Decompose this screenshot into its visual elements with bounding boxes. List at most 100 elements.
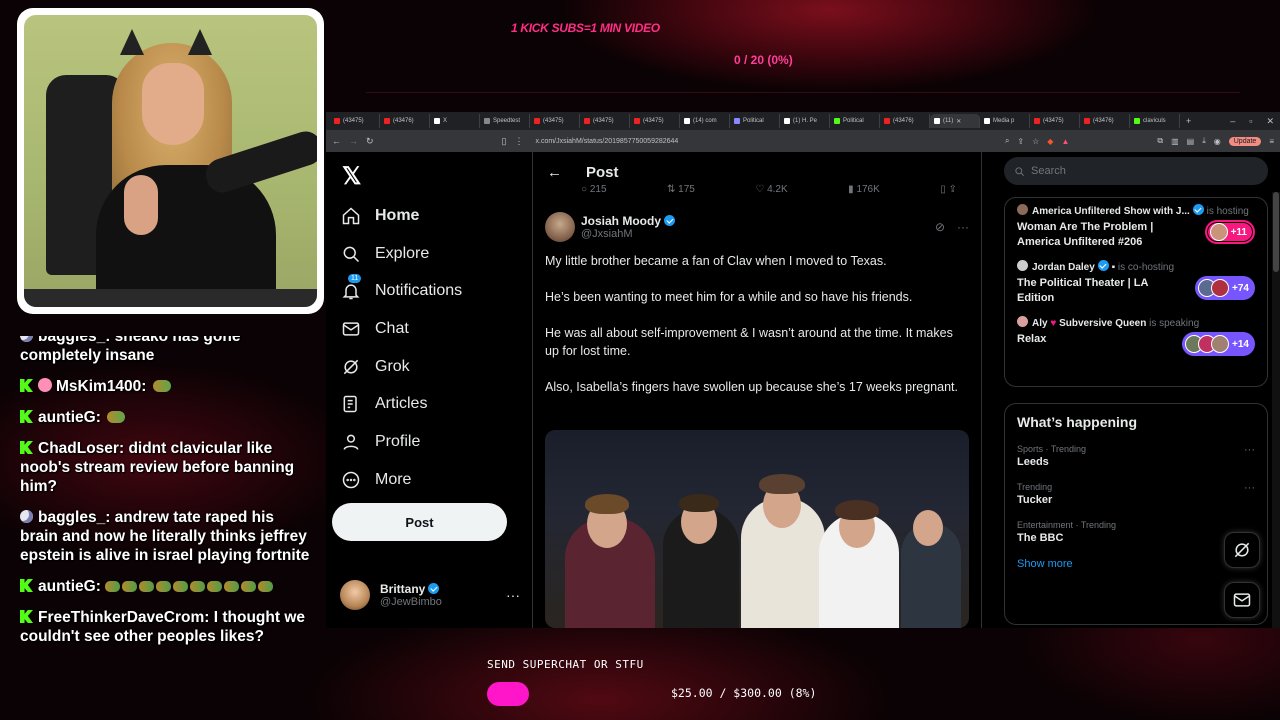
space-item[interactable]: America Unfiltered Show with J... is hos… bbox=[1017, 204, 1255, 250]
url-field[interactable]: x.com/JxsiahM/status/2019857750059282644 bbox=[536, 138, 679, 145]
extensions-icon[interactable]: ⧉ bbox=[1157, 136, 1163, 146]
author-handle[interactable]: @JxsiahM bbox=[581, 228, 675, 240]
post-button[interactable]: Post bbox=[332, 503, 507, 541]
sidebar-icon[interactable]: ▥ bbox=[1171, 137, 1179, 146]
nav-label: Profile bbox=[375, 432, 421, 450]
page-scrollbar[interactable] bbox=[1272, 192, 1280, 628]
grok-icon[interactable]: ⊘ bbox=[935, 220, 945, 234]
browser-tab[interactable]: X bbox=[430, 114, 480, 128]
back-arrow-icon[interactable]: ← bbox=[547, 164, 562, 181]
chat-username: baggles_ bbox=[38, 509, 106, 526]
menu-icon[interactable]: ≡ bbox=[1269, 137, 1274, 146]
close-window-icon[interactable]: ✕ bbox=[1266, 116, 1274, 127]
chat-message: MsKim1400: bbox=[20, 377, 310, 396]
space-listeners-badge[interactable]: +14 bbox=[1182, 332, 1255, 356]
wallet-icon[interactable]: ▤ bbox=[1187, 137, 1195, 146]
nav-item-notifications[interactable]: 11 Notifications bbox=[340, 272, 462, 310]
space-listeners-badge[interactable]: +74 bbox=[1195, 276, 1255, 300]
search-input[interactable]: Search bbox=[1004, 157, 1268, 185]
browser-tab[interactable]: (1) H. Pe bbox=[780, 114, 830, 128]
more-dots-icon[interactable]: ··· bbox=[506, 587, 520, 603]
grok-fab-button[interactable] bbox=[1224, 532, 1260, 568]
browser-tab[interactable]: (43475) bbox=[1030, 114, 1080, 128]
show-more-link[interactable]: Show more bbox=[1017, 558, 1255, 570]
post-paragraph: He was all about self-improvement & I wa… bbox=[545, 326, 953, 358]
browser-tab[interactable]: (43475) bbox=[330, 114, 380, 128]
mail-icon bbox=[340, 318, 362, 340]
browser-tab[interactable]: Political bbox=[830, 114, 880, 128]
share-icon[interactable]: ⇪ bbox=[1017, 137, 1024, 146]
browser-tab[interactable]: (43476) bbox=[1080, 114, 1130, 128]
more-dots-icon[interactable]: ··· bbox=[1244, 444, 1255, 456]
zoom-icon[interactable]: ⌕ bbox=[1005, 136, 1009, 146]
trend-item[interactable]: Entertainment · Trending The BBC bbox=[1017, 520, 1255, 544]
post-image[interactable] bbox=[545, 430, 969, 628]
trend-item[interactable]: Sports · Trending Leeds ··· bbox=[1017, 444, 1255, 468]
trend-meta: Entertainment · Trending bbox=[1017, 520, 1117, 530]
profile-icon[interactable]: ◉ bbox=[1214, 137, 1221, 146]
browser-tab[interactable]: Media p bbox=[980, 114, 1030, 128]
browser-tab[interactable]: Speedtest bbox=[480, 114, 530, 128]
nav-item-explore[interactable]: Explore bbox=[340, 235, 462, 273]
more-dots-icon[interactable]: ··· bbox=[1244, 482, 1255, 494]
browser-tab[interactable]: (43475) bbox=[630, 114, 680, 128]
nav-item-chat[interactable]: Chat bbox=[340, 310, 462, 348]
chat-username: ChadLoser bbox=[38, 440, 119, 457]
account-switcher[interactable]: Brittany @JewBimbo ··· bbox=[340, 580, 520, 610]
chat-message: baggles_: sneako has gone completely ins… bbox=[20, 336, 310, 365]
nav-item-more[interactable]: More bbox=[340, 461, 462, 499]
x-page: 𝕏 Home Explore 11 Notifications Chat Gro… bbox=[326, 152, 1280, 628]
reply-button[interactable]: ○ 215 bbox=[581, 184, 607, 198]
bookmark-icon[interactable]: ▯ ⇪ bbox=[940, 184, 957, 198]
subscriber-badge-icon bbox=[38, 378, 52, 392]
update-button[interactable]: Update bbox=[1228, 136, 1262, 146]
mic-icon: ▪ bbox=[1111, 262, 1116, 273]
repost-button[interactable]: ⇅ 175 bbox=[667, 184, 695, 198]
x-logo-icon[interactable]: 𝕏 bbox=[342, 162, 361, 191]
browser-tab[interactable]: (43475) bbox=[580, 114, 630, 128]
space-item[interactable]: Jordan Daley ▪ is co-hosting The Politic… bbox=[1017, 260, 1255, 306]
browser-tab[interactable]: (43476) bbox=[380, 114, 430, 128]
back-arrow-icon[interactable]: ← bbox=[332, 136, 341, 146]
x-sidebar-nav: Home Explore 11 Notifications Chat Grok … bbox=[340, 197, 462, 499]
tab-close-icon[interactable]: ✕ bbox=[956, 118, 961, 125]
author-name[interactable]: Josiah Moody bbox=[581, 214, 661, 228]
stream-chat: baggles_: sneako has gone completely ins… bbox=[20, 336, 310, 716]
browser-tab-active[interactable]: (11) ✕ bbox=[930, 114, 980, 128]
chat-username: baggles_ bbox=[38, 336, 106, 345]
space-listeners-badge[interactable]: +11 bbox=[1204, 220, 1255, 244]
like-button[interactable]: ♡ 4.2K bbox=[755, 184, 787, 198]
bookmark-icon[interactable]: ▯ bbox=[502, 136, 507, 147]
nav-item-articles[interactable]: Articles bbox=[340, 385, 462, 423]
download-icon[interactable]: ⤓ bbox=[1202, 136, 1206, 146]
nav-item-profile[interactable]: Profile bbox=[340, 423, 462, 461]
reload-icon[interactable]: ↻ bbox=[366, 136, 374, 147]
more-dots-icon[interactable]: ··· bbox=[957, 220, 969, 234]
browser-tab[interactable]: (43475) bbox=[530, 114, 580, 128]
account-handle: @JewBimbo bbox=[380, 596, 442, 608]
nav-item-home[interactable]: Home bbox=[340, 197, 462, 235]
forward-arrow-icon[interactable]: → bbox=[349, 136, 358, 146]
new-tab-icon[interactable]: + bbox=[1180, 116, 1191, 126]
maximize-icon[interactable]: ▫ bbox=[1249, 116, 1252, 127]
avatar[interactable] bbox=[545, 212, 575, 242]
space-item[interactable]: Aly ♥ Subversive Queen is speaking Relax… bbox=[1017, 316, 1255, 356]
messages-fab-button[interactable] bbox=[1224, 582, 1260, 618]
post-body: My little brother became a fan of Clav w… bbox=[533, 242, 981, 396]
browser-tab[interactable]: claviculs bbox=[1130, 114, 1180, 128]
verified-badge-icon bbox=[1192, 204, 1204, 215]
trend-item[interactable]: Trending Tucker ··· bbox=[1017, 482, 1255, 506]
chat-username: MsKim1400 bbox=[56, 378, 142, 395]
site-info-icon[interactable]: ⋮ bbox=[515, 136, 524, 147]
browser-tab[interactable]: (14) com bbox=[680, 114, 730, 128]
nav-item-grok[interactable]: Grok bbox=[340, 348, 462, 386]
main-column: ← Post ○ 215 ⇅ 175 ♡ 4.2K ▮ 176K ▯ ⇪ Jos… bbox=[532, 152, 982, 628]
home-icon bbox=[340, 205, 362, 227]
browser-tab[interactable]: (43476) bbox=[880, 114, 930, 128]
brave-shield-icon[interactable]: ◆ bbox=[1047, 137, 1053, 146]
rewards-icon[interactable]: ▲ bbox=[1061, 137, 1069, 146]
browser-tab[interactable]: Political bbox=[730, 114, 780, 128]
minimize-icon[interactable]: – bbox=[1230, 116, 1235, 127]
star-icon[interactable]: ☆ bbox=[1032, 137, 1039, 146]
views-count[interactable]: ▮ 176K bbox=[848, 184, 880, 198]
